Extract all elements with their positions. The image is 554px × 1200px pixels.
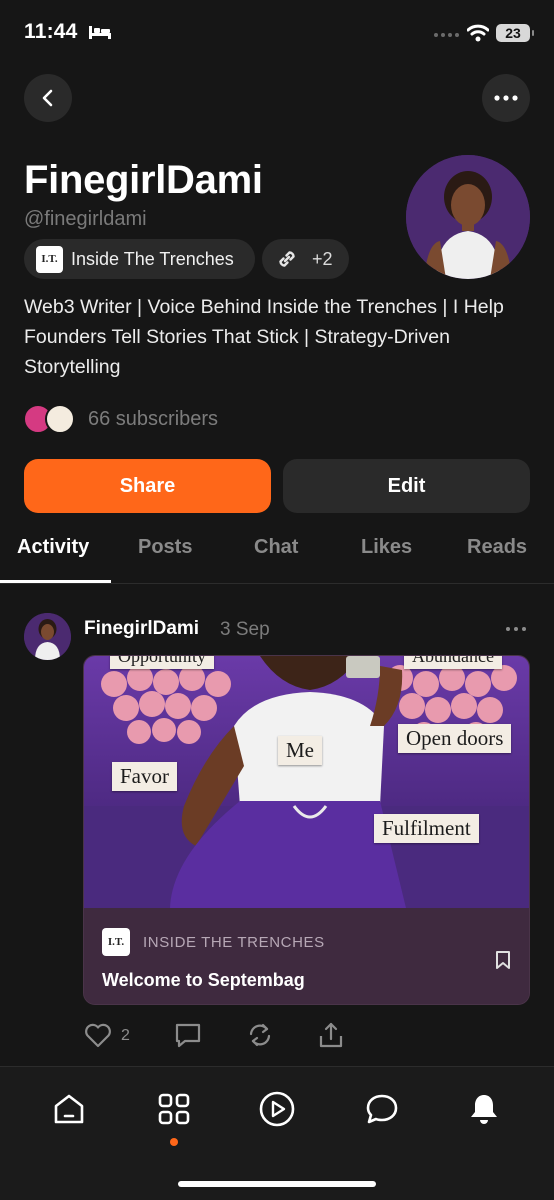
card-publication-name: INSIDE THE TRENCHES xyxy=(143,934,325,951)
signal-icon xyxy=(434,33,459,37)
nav-chat[interactable] xyxy=(362,1089,402,1129)
bell-icon xyxy=(471,1095,497,1124)
back-icon xyxy=(42,89,53,107)
comment-icon[interactable] xyxy=(173,1020,203,1050)
nav-video[interactable] xyxy=(257,1089,297,1129)
bookmark-icon[interactable] xyxy=(495,950,511,970)
tab-activity[interactable]: Activity xyxy=(17,536,89,559)
nav-notifications[interactable] xyxy=(464,1089,504,1129)
back-button[interactable] xyxy=(24,74,72,122)
heart-icon[interactable] xyxy=(83,1020,113,1050)
edit-button[interactable]: Edit xyxy=(283,459,530,513)
post-image: Opportunity Abundance Me Open doors Favo… xyxy=(84,656,529,908)
more-icon xyxy=(494,95,518,101)
post-author-name[interactable]: FinegirlDami xyxy=(84,618,199,640)
link-icon xyxy=(279,251,295,267)
tab-chat[interactable]: Chat xyxy=(254,536,298,559)
bed-icon xyxy=(89,26,111,39)
publication-logo: I.T. xyxy=(36,245,63,273)
links-count: +2 xyxy=(312,248,333,269)
home-indicator xyxy=(178,1181,376,1187)
image-label: Abundance xyxy=(404,656,502,669)
subscriber-avatars xyxy=(23,404,79,434)
wifi-icon xyxy=(467,24,489,42)
profile-tabs: Activity Posts Chat Likes Reads xyxy=(0,536,554,584)
more-options-button[interactable] xyxy=(482,74,530,122)
image-label: Fulfilment xyxy=(374,814,479,843)
bottom-nav xyxy=(0,1066,554,1200)
divider xyxy=(0,583,554,584)
nav-grid[interactable] xyxy=(154,1089,194,1129)
card-post-title[interactable]: Welcome to Septembag xyxy=(102,970,305,991)
home-icon xyxy=(54,1094,84,1124)
tab-posts[interactable]: Posts xyxy=(138,536,192,559)
like-count: 2 xyxy=(121,1027,130,1044)
avatar-illustration xyxy=(406,155,530,279)
share-icon[interactable] xyxy=(316,1020,346,1050)
profile-bio: Web3 Writer | Voice Behind Inside the Tr… xyxy=(24,296,504,378)
profile-name: FinegirlDami xyxy=(24,158,263,202)
post-actions: 2 xyxy=(83,1020,383,1054)
post-card-footer: I.T. INSIDE THE TRENCHES Welcome to Sept… xyxy=(84,908,529,1004)
post-card[interactable]: Opportunity Abundance Me Open doors Favo… xyxy=(83,655,530,1005)
image-label: Favor xyxy=(112,762,177,791)
chat-icon xyxy=(366,1094,398,1124)
links-chip[interactable]: +2 xyxy=(262,239,349,279)
avatar-illustration xyxy=(24,613,71,660)
image-label: Me xyxy=(278,736,322,765)
post-more-icon[interactable] xyxy=(506,627,526,631)
tab-reads[interactable]: Reads xyxy=(467,536,527,559)
publication-chip-label: Inside The Trenches xyxy=(71,248,234,269)
avatar xyxy=(45,404,75,434)
play-icon xyxy=(259,1091,295,1127)
nav-home[interactable] xyxy=(49,1089,89,1129)
publication-chip[interactable]: I.T. Inside The Trenches xyxy=(24,239,255,279)
post-date: 3 Sep xyxy=(220,619,270,640)
subscriber-count[interactable]: 66 subscribers xyxy=(88,408,218,431)
grid-icon xyxy=(158,1093,190,1125)
publication-logo: I.T. xyxy=(102,928,130,956)
profile-avatar[interactable] xyxy=(406,155,530,279)
image-label: Opportunity xyxy=(110,656,214,669)
status-time: 11:44 xyxy=(24,20,78,43)
share-button[interactable]: Share xyxy=(24,459,271,513)
image-label: Open doors xyxy=(398,724,512,753)
profile-handle: @finegirldami xyxy=(24,208,147,230)
tab-likes[interactable]: Likes xyxy=(361,536,412,559)
restack-icon[interactable] xyxy=(245,1020,275,1050)
battery-icon: 23 xyxy=(496,24,534,42)
post-author-avatar[interactable] xyxy=(24,613,71,660)
active-nav-indicator xyxy=(170,1138,178,1146)
